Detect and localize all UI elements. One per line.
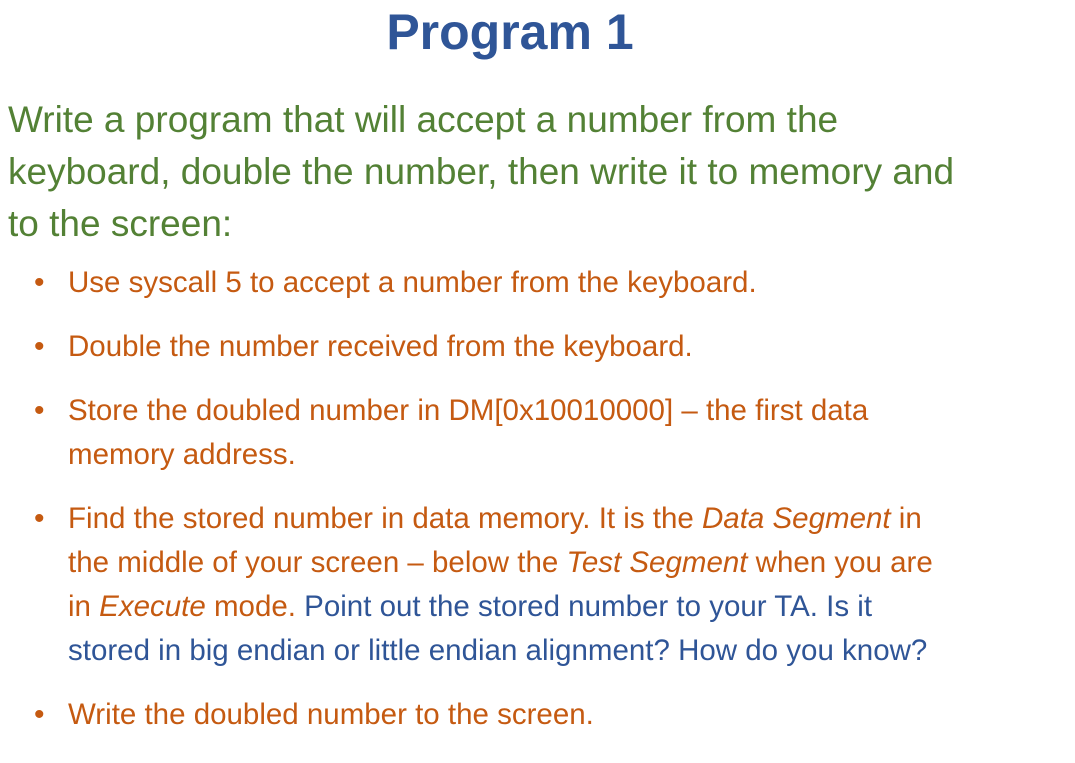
text-segment: Execute [99, 590, 206, 623]
bullet-icon: • [34, 266, 45, 299]
intro-line: Write a program that will accept a numbe… [8, 99, 839, 140]
bullet-line: in Execute mode. Point out the stored nu… [0, 585, 1075, 629]
text-segment: Double the number received from the keyb… [68, 330, 693, 363]
text-segment: Write the doubled number to the screen. [68, 698, 594, 731]
text-segment: stored in big endian or little endian al… [68, 634, 928, 667]
bullet-line: Store the doubled number in DM[0x1001000… [0, 389, 1075, 433]
text-segment: Find the stored number in data memory. I… [68, 502, 702, 535]
text-segment: mode. [205, 590, 305, 623]
bullet-line: memory address. [0, 433, 1075, 477]
bullet-icon: • [34, 394, 45, 427]
intro-line: to the screen: [8, 203, 233, 244]
bullet-line: Write the doubled number to the screen. [0, 693, 1075, 737]
bullet-list: • Use syscall 5 to accept a number from t… [0, 261, 1075, 757]
text-segment: the middle of your screen – below the [68, 546, 567, 579]
bullet-item: • Write the doubled number to the screen. [0, 693, 1075, 737]
text-segment: memory address. [68, 438, 296, 471]
bullet-line: Double the number received from the keyb… [0, 325, 1075, 369]
text-segment: in [890, 502, 922, 535]
bullet-line: the middle of your screen – below the Te… [0, 541, 1075, 585]
bullet-item: • Double the number received from the key… [0, 325, 1075, 369]
bullet-line: Find the stored number in data memory. I… [0, 497, 1075, 541]
intro-paragraph: Write a program that will accept a numbe… [8, 94, 1068, 250]
intro-line: keyboard, double the number, then write … [8, 151, 955, 192]
text-segment: Use syscall 5 to accept a number from th… [68, 266, 757, 299]
slide-title: Program 1 [386, 4, 634, 60]
text-segment: Point out the stored number to your TA. … [304, 590, 873, 623]
bullet-icon: • [34, 330, 45, 363]
bullet-line: Use syscall 5 to accept a number from th… [0, 261, 1075, 305]
bullet-icon: • [34, 502, 45, 535]
text-segment: Data Segment [702, 502, 891, 535]
text-segment: when you are [747, 546, 933, 579]
text-segment: Store the doubled number in DM[0x1001000… [68, 394, 869, 427]
bullet-icon: • [34, 698, 45, 731]
bullet-item: • Find the stored number in data memory. … [0, 497, 1075, 673]
text-segment: Test Segment [566, 546, 748, 579]
bullet-item: • Use syscall 5 to accept a number from t… [0, 261, 1075, 305]
bullet-item: • Store the doubled number in DM[0x100100… [0, 389, 1075, 477]
bullet-line: stored in big endian or little endian al… [0, 629, 1075, 673]
text-segment: in [68, 590, 100, 623]
